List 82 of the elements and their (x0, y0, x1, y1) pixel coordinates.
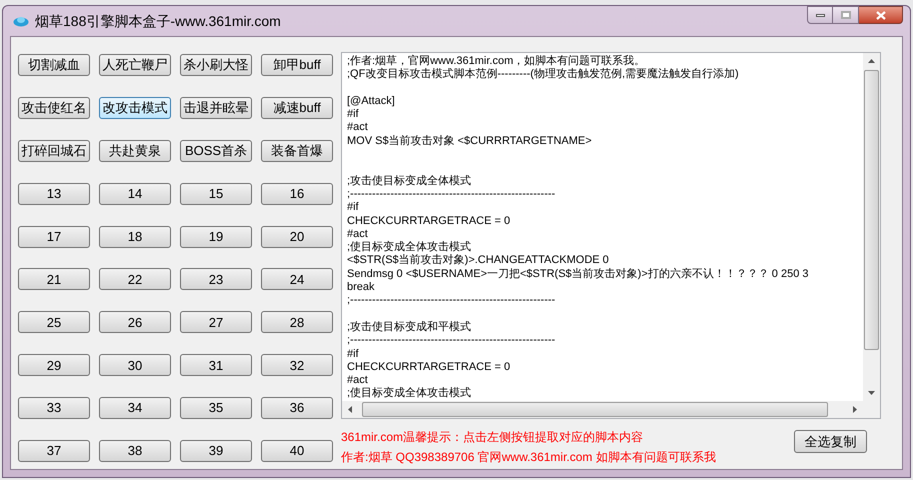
script-button[interactable]: 30 (99, 354, 171, 376)
code-line: #if (347, 108, 359, 122)
vertical-scrollbar[interactable] (863, 53, 880, 401)
script-button[interactable]: BOSS首杀 (180, 140, 252, 162)
script-button[interactable]: 24 (261, 268, 333, 290)
script-button[interactable]: 34 (99, 397, 171, 420)
minimize-button[interactable] (807, 6, 833, 24)
scroll-thumb[interactable] (864, 70, 879, 350)
close-button[interactable] (859, 6, 903, 24)
right-arrow-icon (853, 406, 857, 413)
script-button[interactable]: 39 (180, 440, 252, 462)
script-button[interactable]: 40 (261, 440, 333, 462)
script-button[interactable]: 卸甲buff (261, 54, 333, 76)
script-button[interactable]: 33 (18, 397, 90, 420)
script-button[interactable]: 击退并眩晕 (180, 96, 252, 119)
code-line: ;-------------------------------------------------------- (347, 188, 556, 202)
code-line: break (347, 281, 375, 294)
code-line: ;QF改变目标攻击模式脚本范例---------(物理攻击触发范例,需要魔法触发自行添加) (347, 68, 739, 82)
script-button[interactable]: 22 (99, 268, 171, 290)
scroll-thumb[interactable] (362, 402, 828, 417)
script-button[interactable]: 36 (261, 397, 333, 420)
code-line: Sendmsg 0 <$USERNAME>一刀把<$STR(S$当前攻击对象)>打的六亲不认！！？？？ 0 250 3 (347, 268, 809, 282)
code-line: <$STR(S$当前攻击对象)>.CHANGEATTACKMODE 0 (347, 254, 609, 268)
script-button[interactable]: 17 (18, 226, 90, 248)
code-line: ;-------------------------------------------------------- (347, 294, 556, 308)
script-button[interactable]: 切割减血 (18, 54, 90, 76)
code-line: #act (347, 121, 368, 135)
script-button[interactable]: 37 (18, 440, 90, 462)
script-button[interactable]: 38 (99, 440, 171, 462)
code-line: #if (347, 201, 359, 215)
code-line: CHECKCURRTARGETRACE = 0 (347, 360, 510, 374)
code-line: MOV S$当前攻击对象 <$CURRRTARGETNAME> (347, 134, 592, 148)
script-button[interactable]: 27 (180, 311, 252, 334)
script-button[interactable]: 35 (180, 397, 252, 420)
script-button[interactable]: 攻击使红名 (18, 96, 90, 119)
code-line: ;使目标变成全体攻击模式 (347, 241, 472, 254)
script-button[interactable]: 14 (99, 182, 171, 205)
code-line: #if (347, 348, 359, 361)
script-button[interactable]: 13 (18, 182, 90, 205)
hint-text: 361mir.com温馨提示：点击左侧按钮提取对应的脚本内容 (341, 429, 644, 446)
script-button[interactable]: 23 (180, 268, 252, 290)
close-icon (876, 10, 886, 20)
left-arrow-icon (348, 406, 352, 413)
maximize-icon (840, 11, 850, 19)
horizontal-scrollbar[interactable] (342, 401, 863, 418)
script-button[interactable]: 人死亡鞭尸 (99, 54, 171, 76)
minimize-icon (816, 14, 824, 16)
hint-text: 作者:烟草 QQ398389706 官网www.361mir.com 如脚本有问题可联系我 (341, 449, 716, 466)
code-line: CHECKCURRTARGETRACE = 0 (347, 214, 510, 228)
up-arrow-icon (868, 59, 875, 63)
code-line: #act (347, 374, 368, 387)
script-button[interactable]: 19 (180, 226, 252, 248)
script-button[interactable]: 26 (99, 311, 171, 334)
copy-all-button[interactable]: 全选复制 (794, 430, 867, 453)
app-logo-icon (13, 15, 29, 27)
maximize-button[interactable] (833, 6, 859, 24)
script-button[interactable]: 25 (18, 311, 90, 334)
script-button[interactable]: 20 (261, 226, 333, 248)
script-button[interactable]: 打碎回城石 (18, 140, 90, 162)
window-title: 烟草188引擎脚本盒子-www.361mir.com (35, 12, 281, 30)
code-line: ;攻击使目标变成和平模式 (347, 320, 472, 334)
code-line: ;作者:烟草，官网www.361mir.com，如脚本有问题可联系我。 (347, 55, 646, 68)
code-line: ;攻击使目标变成全体模式 (347, 174, 472, 188)
down-arrow-icon (868, 391, 875, 395)
code-line: [@Attack] (347, 94, 395, 108)
script-button[interactable]: 杀小刷大怪 (180, 54, 252, 76)
script-text-area[interactable] (341, 52, 881, 419)
script-button[interactable]: 减速buff (261, 96, 333, 119)
script-button[interactable]: 15 (180, 182, 252, 205)
code-line: ;使目标变成全体攻击模式 (347, 387, 472, 401)
script-button[interactable]: 16 (261, 182, 333, 205)
script-button[interactable]: 装备首爆 (261, 140, 333, 162)
script-button[interactable]: 31 (180, 354, 252, 376)
script-button[interactable]: 共赴黄泉 (99, 140, 171, 162)
script-button[interactable]: 改攻击模式 (99, 96, 171, 119)
script-button[interactable]: 21 (18, 268, 90, 290)
script-button[interactable]: 28 (261, 311, 333, 334)
script-button[interactable]: 32 (261, 354, 333, 376)
code-line: ;-------------------------------------------------------- (347, 334, 556, 348)
code-line: #act (347, 228, 368, 241)
script-button[interactable]: 18 (99, 226, 171, 248)
script-button[interactable]: 29 (18, 354, 90, 376)
